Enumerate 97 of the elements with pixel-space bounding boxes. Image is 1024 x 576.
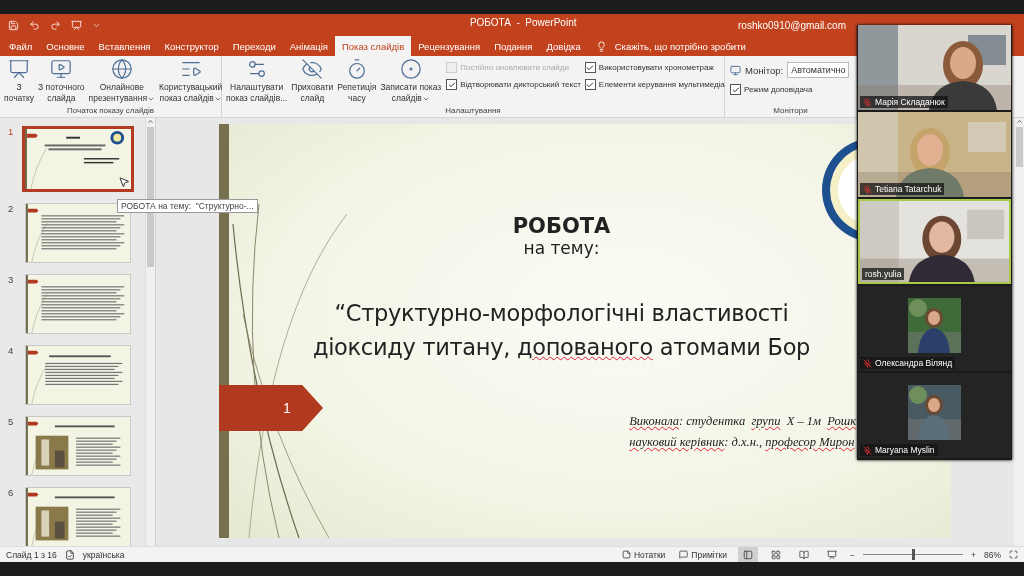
zoom-in-button[interactable]: + [971, 549, 976, 560]
mouse-pointer-icon [118, 176, 130, 188]
record-icon [399, 58, 422, 80]
checkbox[interactable]: Використовувати хронометраж [584, 62, 714, 73]
checkbox[interactable]: Режим доповідача [730, 84, 813, 95]
scrollbar[interactable] [1014, 118, 1024, 546]
slide-position: Слайд 1 з 16 [6, 549, 57, 560]
mic-off-icon [863, 97, 872, 107]
account-email[interactable]: roshko0910@gmail.com [738, 19, 846, 31]
ribbon-button[interactable]: З початку [3, 58, 36, 104]
check-icon [447, 80, 456, 89]
redo-icon[interactable] [50, 19, 61, 31]
tell-me-field[interactable]: Скажіть, що потрібно зробити [614, 36, 746, 56]
slide-subheading: на тему: [523, 238, 600, 258]
participant-name: rosh.yulia [862, 268, 905, 280]
comment-icon [679, 550, 689, 559]
slide-title-line: “Структурно-морфологічні властивості [334, 299, 789, 328]
language-label[interactable]: українська [82, 549, 125, 560]
mic-off-icon [863, 358, 872, 368]
video-tile[interactable]: Марія Складанюк [858, 25, 1011, 110]
ribbon-tab[interactable]: Показ слайдів [334, 36, 412, 56]
scroll-up-icon[interactable] [147, 118, 154, 125]
ribbon-tab[interactable]: Вставлення [91, 36, 158, 56]
slide-number: 4 [8, 345, 15, 356]
credit-line: Виконала: студентка групи Х – 1м Рошк [629, 414, 856, 429]
video-tile[interactable]: Tetiana Tatarchuk [858, 112, 1011, 197]
slide-number: 3 [8, 274, 15, 285]
participant-name: Олександра Вілянд [860, 357, 956, 369]
notes-icon [621, 550, 631, 559]
ribbon-button[interactable]: Записати показ слайдів [379, 58, 443, 104]
video-tile[interactable]: Олександра Вілянд [858, 286, 1011, 371]
ribbon-tab[interactable]: Переходи [225, 36, 283, 56]
slide-thumbnail[interactable] [25, 345, 131, 405]
ribbon-tab[interactable]: Подання [487, 36, 540, 56]
mic-off-icon [863, 184, 872, 194]
spellcheck-icon[interactable] [64, 549, 75, 560]
slide-number: 1 [8, 126, 15, 137]
undo-icon[interactable] [29, 19, 40, 31]
group-label: Налаштування [444, 106, 502, 117]
ribbon-button[interactable]: Налаштувати показ слайдів... [225, 58, 289, 104]
group-label: Початок показу слайдів [65, 106, 156, 117]
grid-icon [771, 549, 782, 560]
participant-name: Tetiana Tatarchuk [860, 183, 945, 195]
book-icon [799, 549, 810, 560]
zoom-thumb[interactable] [912, 549, 915, 560]
slide-number: 2 [8, 203, 15, 214]
comments-button[interactable]: Примітки [676, 547, 731, 562]
monitor-select[interactable]: Автоматично [787, 62, 850, 78]
presentation-icon[interactable] [71, 19, 82, 31]
ribbon-button[interactable]: Приховати слайд [290, 58, 335, 104]
checkbox[interactable]: Елементи керування мультимедіа [584, 79, 725, 90]
monitor-label: Монітор: [745, 64, 784, 76]
ribbon-button[interactable]: Користувацький показ слайдів [158, 58, 224, 104]
ribbon-tab[interactable]: Рецензування [411, 36, 488, 56]
notes-button[interactable]: Нотатки [618, 547, 669, 562]
projector-icon [8, 58, 31, 80]
slide-thumbnail[interactable] [25, 416, 131, 476]
tooltip: РОБОТА на тему: "Структурно-... [117, 199, 258, 213]
slide-heading: РОБОТА [512, 214, 611, 238]
slide-title-line: діоксиду титану, допованого атомами Бор [312, 333, 811, 362]
participant-name: Maryana Myslin [860, 444, 938, 456]
check-icon [731, 85, 740, 94]
slide-thumbnail[interactable] [25, 274, 131, 334]
participant-name: Марія Складанюк [860, 96, 948, 108]
slide-number-banner: 1 [219, 385, 323, 431]
view-button[interactable] [738, 547, 759, 562]
scroll-thumb[interactable] [1015, 127, 1023, 167]
slide-number: 6 [8, 487, 15, 498]
fit-icon[interactable] [1009, 550, 1018, 559]
ribbon-button[interactable]: З поточного слайда [37, 58, 86, 104]
zoom-out-button[interactable]: − [850, 549, 855, 560]
slide-thumbnail[interactable] [25, 487, 131, 546]
eye-off-icon [301, 58, 324, 80]
monitor-play-icon [50, 58, 73, 80]
projector-icon [827, 549, 838, 560]
slide-thumbnail[interactable] [22, 126, 134, 192]
credit-line: науковий керівник: д.х.н., професор Мирон [629, 435, 856, 450]
save-icon[interactable] [8, 19, 19, 31]
monitor-icon [730, 64, 741, 76]
ribbon-button[interactable]: Репетиція часу [336, 58, 378, 104]
zoom-level[interactable]: 86% [984, 549, 1001, 560]
globe-icon [110, 58, 133, 80]
checkbox[interactable]: Відтворювати дикторський текст [446, 79, 581, 90]
ribbon-tab[interactable]: Файл [2, 36, 40, 56]
mic-off-icon [863, 445, 872, 455]
slide-number: 5 [8, 416, 15, 427]
video-tile[interactable]: Maryana Myslin [858, 373, 1011, 458]
ribbon-tab[interactable]: Конструктор [157, 36, 226, 56]
group-label: Монітори [772, 106, 809, 117]
ribbon-tab[interactable]: Довідка [539, 36, 588, 56]
ribbon-tab[interactable]: Анімація [282, 36, 335, 56]
normal-view-icon [743, 549, 754, 560]
window-title: РОБОТА - PowerPoint [470, 17, 577, 28]
video-tile[interactable]: rosh.yulia [858, 199, 1011, 284]
ribbon-tab[interactable]: Основне [39, 36, 92, 56]
ribbon-button[interactable]: Онлайнове презентування [87, 58, 157, 104]
scroll-up-icon[interactable] [1015, 118, 1023, 125]
